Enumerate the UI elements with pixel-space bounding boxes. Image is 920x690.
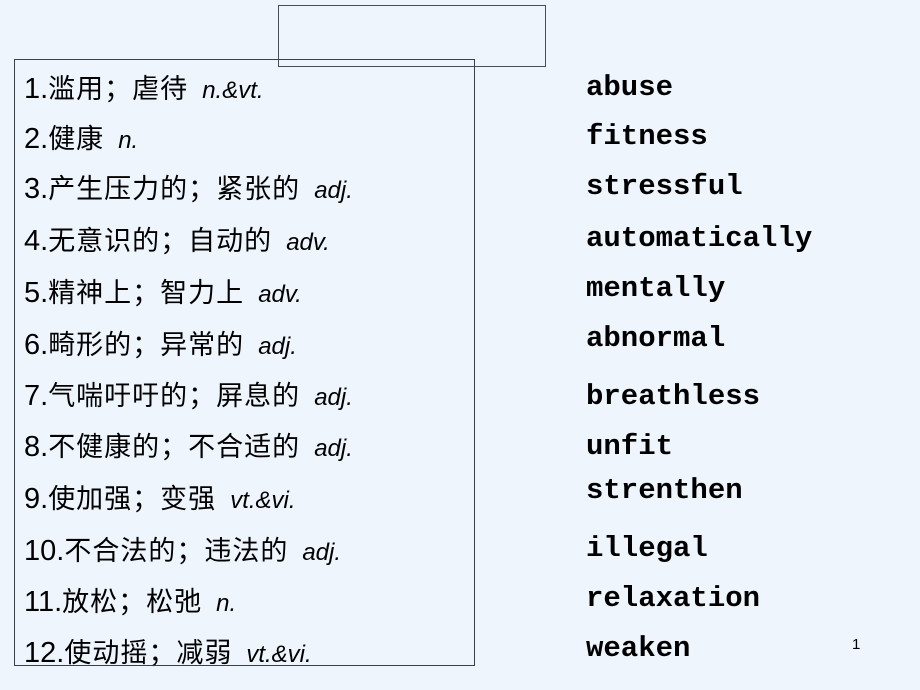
part-of-speech: vt.&vi. bbox=[246, 641, 312, 668]
chinese-meaning: 使加强；变强 bbox=[48, 484, 217, 515]
chinese-meaning: 不健康的；不合适的 bbox=[48, 432, 301, 463]
item-number: 5. bbox=[24, 277, 49, 309]
definition-item: 1.滥用；虐待 n.&vt. bbox=[24, 68, 264, 108]
item-number: 7. bbox=[24, 380, 49, 412]
chinese-meaning: 精神上；智力上 bbox=[48, 278, 245, 309]
definition-item: 10.不合法的；违法的 adj. bbox=[24, 530, 341, 570]
part-of-speech: adj. bbox=[302, 539, 342, 566]
definition-item: 5.精神上；智力上 adv. bbox=[24, 272, 302, 312]
english-word: illegal bbox=[586, 532, 708, 565]
title-placeholder-box bbox=[278, 5, 546, 67]
part-of-speech: adv. bbox=[286, 229, 330, 256]
chinese-meaning: 无意识的；自动的 bbox=[48, 226, 273, 257]
item-number: 6. bbox=[24, 329, 49, 361]
definition-item: 12.使动摇；减弱 vt.&vi. bbox=[24, 632, 312, 672]
english-word: stressful bbox=[586, 170, 743, 203]
definition-item: 8.不健康的；不合适的 adj. bbox=[24, 426, 353, 466]
part-of-speech: adj. bbox=[258, 333, 297, 360]
page-number: 1 bbox=[852, 636, 861, 653]
part-of-speech: vt.&vi. bbox=[230, 487, 296, 514]
item-number: 12. bbox=[24, 637, 65, 669]
chinese-meaning: 不合法的；违法的 bbox=[64, 536, 289, 567]
definition-item: 6.畸形的；异常的 adj. bbox=[24, 324, 297, 364]
chinese-meaning: 健康 bbox=[48, 124, 105, 155]
item-number: 10. bbox=[24, 535, 65, 567]
english-word: weaken bbox=[586, 632, 691, 665]
definition-item: 7.气喘吁吁的；屏息的 adj. bbox=[24, 375, 353, 415]
english-word: relaxation bbox=[586, 582, 761, 615]
english-word: abnormal bbox=[586, 322, 726, 355]
item-number: 2. bbox=[24, 123, 49, 155]
english-word: mentally bbox=[586, 272, 726, 305]
definition-item: 11.放松；松弛 n. bbox=[24, 581, 236, 621]
part-of-speech: adj. bbox=[314, 177, 353, 204]
item-number: 11. bbox=[24, 586, 63, 618]
chinese-meaning: 气喘吁吁的；屏息的 bbox=[48, 381, 301, 412]
english-word: abuse bbox=[586, 71, 674, 104]
definition-item: 2.健康 n. bbox=[24, 118, 138, 158]
item-number: 8. bbox=[24, 431, 49, 463]
chinese-meaning: 畸形的；异常的 bbox=[48, 330, 245, 361]
item-number: 9. bbox=[24, 483, 49, 515]
part-of-speech: adv. bbox=[258, 281, 302, 308]
item-number: 4. bbox=[24, 225, 49, 257]
part-of-speech: adj. bbox=[314, 435, 353, 462]
chinese-meaning: 滥用；虐待 bbox=[48, 74, 189, 105]
part-of-speech: n. bbox=[118, 127, 139, 154]
chinese-meaning: 使动摇；减弱 bbox=[64, 638, 233, 669]
english-word: breathless bbox=[586, 380, 761, 413]
item-number: 3. bbox=[24, 173, 49, 205]
part-of-speech: n. bbox=[216, 590, 237, 617]
item-number: 1. bbox=[24, 73, 49, 105]
definition-item: 3.产生压力的；紧张的 adj. bbox=[24, 168, 353, 208]
english-word: automatically bbox=[586, 222, 813, 255]
chinese-meaning: 产生压力的；紧张的 bbox=[48, 174, 301, 205]
chinese-meaning: 放松；松弛 bbox=[62, 587, 203, 618]
definition-item: 4.无意识的；自动的 adv. bbox=[24, 220, 330, 260]
definition-item: 9.使加强；变强 vt.&vi. bbox=[24, 478, 296, 518]
part-of-speech: n.&vt. bbox=[202, 77, 264, 104]
english-word: fitness bbox=[586, 120, 708, 153]
english-word: strenthen bbox=[586, 474, 743, 507]
english-word: unfit bbox=[586, 430, 674, 463]
part-of-speech: adj. bbox=[314, 384, 353, 411]
